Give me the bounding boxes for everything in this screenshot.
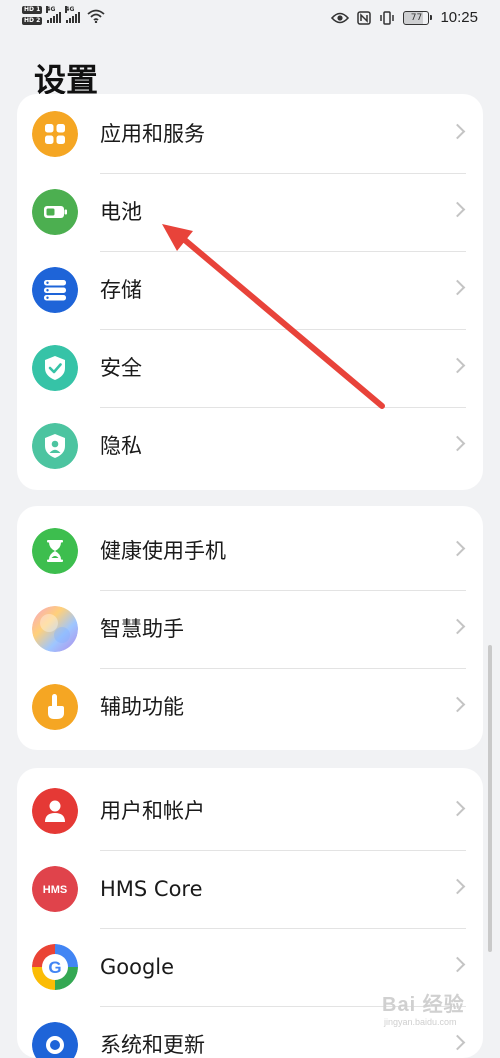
settings-group-2: 健康使用手机 智慧助手 辅助功能: [17, 506, 483, 750]
status-time: 10:25: [440, 9, 478, 26]
signal-icon: 4G: [65, 5, 81, 23]
chevron-right-icon: [449, 357, 466, 374]
battery-level: 77: [410, 12, 423, 23]
settings-item-security[interactable]: 安全: [17, 329, 483, 407]
settings-item-label: 智慧助手: [100, 617, 184, 641]
battery-icon: [32, 189, 78, 235]
chevron-right-icon: [449, 800, 466, 817]
hand-touch-icon: [32, 684, 78, 730]
divider: [100, 329, 466, 330]
settings-item-label: Google: [100, 955, 175, 979]
svg-text:G: G: [48, 958, 61, 977]
chevron-right-icon: [449, 1034, 466, 1051]
settings-item-battery[interactable]: 电池: [17, 173, 483, 251]
network1-label: 4G: [46, 5, 56, 13]
apps-grid-icon: [32, 111, 78, 157]
user-icon: [32, 788, 78, 834]
watermark-text: Bai 经验: [382, 994, 465, 1016]
nfc-icon: [357, 10, 372, 25]
settings-item-label: 应用和服务: [100, 122, 205, 146]
settings-item-hms-core[interactable]: HMS HMS Core: [17, 850, 483, 928]
battery-status-icon: 77: [403, 10, 433, 25]
settings-item-label: 电池: [100, 200, 142, 224]
settings-item-privacy[interactable]: 隐私: [17, 407, 483, 485]
settings-item-users-accounts[interactable]: 用户和帐户: [17, 772, 483, 850]
settings-item-label: 系统和更新: [100, 1033, 205, 1057]
chevron-right-icon: [449, 123, 466, 140]
watermark: Bai 经验 jingyan.baidu.com: [382, 986, 492, 1036]
status-left: HD 1 HD 2 4G 4G: [22, 5, 105, 25]
divider: [100, 173, 466, 174]
settings-item-apps-services[interactable]: 应用和服务: [17, 95, 483, 173]
vibrate-icon: [380, 10, 395, 25]
smart-assistant-icon: [32, 606, 78, 652]
settings-item-label: 隐私: [100, 434, 142, 458]
hms-icon-text: HMS: [43, 884, 67, 896]
scrollbar[interactable]: [488, 645, 492, 952]
watermark-sub: jingyan.baidu.com: [384, 1017, 457, 1027]
eye-icon: [331, 12, 350, 23]
chevron-right-icon: [449, 279, 466, 296]
chevron-right-icon: [449, 201, 466, 218]
chevron-right-icon: [449, 540, 466, 557]
sim1-hd-badge: HD 1: [22, 6, 43, 14]
chevron-right-icon: [449, 956, 466, 973]
settings-item-accessibility[interactable]: 辅助功能: [17, 668, 483, 746]
hourglass-icon: [32, 528, 78, 574]
privacy-shield-icon: [32, 423, 78, 469]
settings-item-label: 安全: [100, 356, 142, 380]
google-icon: G: [32, 944, 78, 990]
chevron-right-icon: [449, 618, 466, 635]
settings-item-label: 存储: [100, 278, 142, 302]
network2-label: 4G: [65, 5, 75, 13]
settings-item-storage[interactable]: 存储: [17, 251, 483, 329]
sim2-hd-badge: HD 2: [22, 17, 43, 25]
divider: [100, 407, 466, 408]
chevron-right-icon: [449, 435, 466, 452]
shield-check-icon: [32, 345, 78, 391]
chevron-right-icon: [449, 878, 466, 895]
settings-item-smart-assistant[interactable]: 智慧助手: [17, 590, 483, 668]
settings-group-1: 应用和服务 电池 存储 安全 隐私: [17, 94, 483, 490]
hms-icon: HMS: [32, 866, 78, 912]
settings-item-label: 健康使用手机: [100, 539, 226, 563]
settings-item-digital-balance[interactable]: 健康使用手机: [17, 512, 483, 590]
settings-item-label: 辅助功能: [100, 695, 184, 719]
wifi-icon: [87, 9, 105, 23]
system-update-icon: [32, 1022, 78, 1058]
chevron-right-icon: [449, 696, 466, 713]
status-right: 77 10:25: [331, 9, 478, 26]
storage-icon: [32, 267, 78, 313]
divider: [100, 251, 466, 252]
status-bar: HD 1 HD 2 4G 4G 77 10:25: [0, 0, 500, 40]
signal-icon: 4G: [46, 5, 62, 23]
settings-item-label: HMS Core: [100, 877, 203, 901]
settings-item-label: 用户和帐户: [100, 799, 205, 823]
